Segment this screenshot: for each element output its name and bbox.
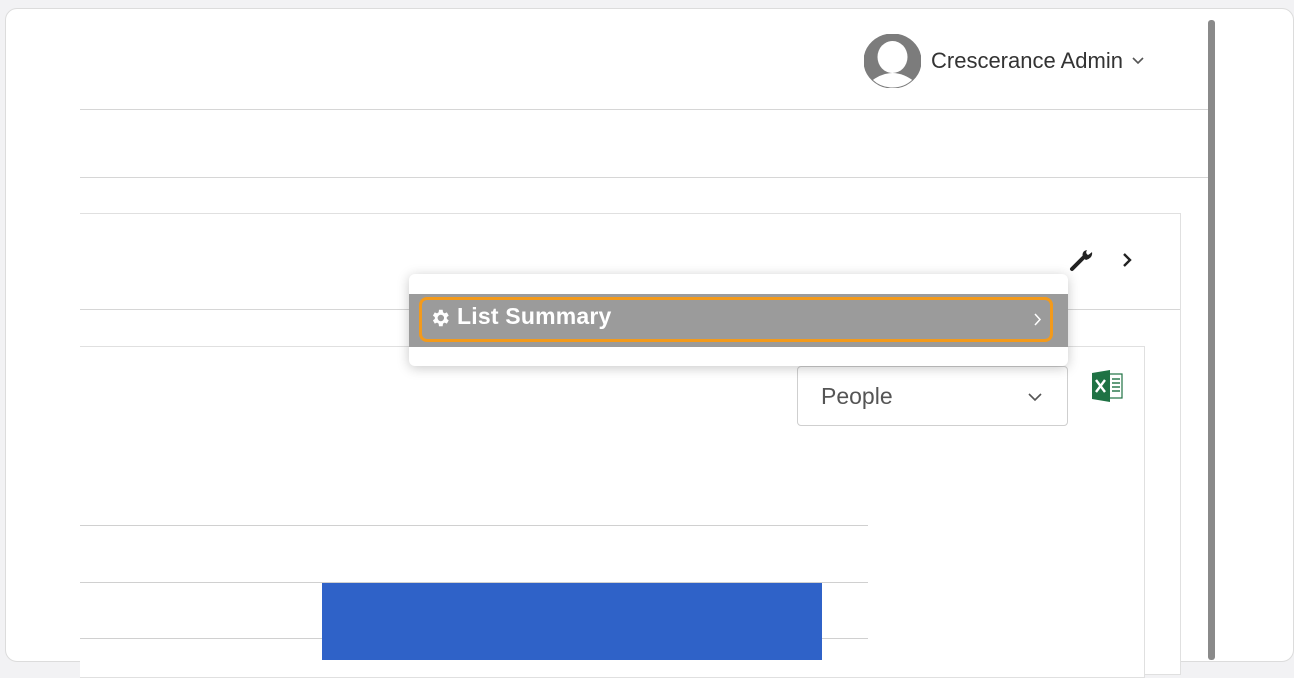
vertical-scrollbar[interactable] — [1208, 20, 1215, 660]
user-name: Crescerance Admin — [931, 48, 1123, 73]
header-divider — [80, 109, 1208, 110]
user-menu[interactable]: Crescerance Admin — [864, 34, 1145, 88]
select-value: People — [821, 382, 893, 409]
chart-gridline — [80, 525, 868, 526]
excel-icon[interactable] — [1090, 370, 1124, 402]
people-select[interactable]: People — [797, 366, 1068, 426]
focus-highlight — [419, 297, 1053, 342]
user-avatar-icon — [864, 34, 921, 88]
chevron-down-icon — [1132, 57, 1144, 65]
menu-item-list-summary[interactable]: List Summary — [409, 294, 1068, 347]
toolbar-divider — [80, 177, 1208, 178]
chevron-right-icon[interactable] — [1120, 251, 1134, 269]
context-menu: List Summary — [409, 274, 1068, 366]
chevron-down-icon — [1028, 393, 1042, 402]
chart-bar — [322, 583, 822, 660]
wrench-icon[interactable] — [1068, 246, 1096, 274]
